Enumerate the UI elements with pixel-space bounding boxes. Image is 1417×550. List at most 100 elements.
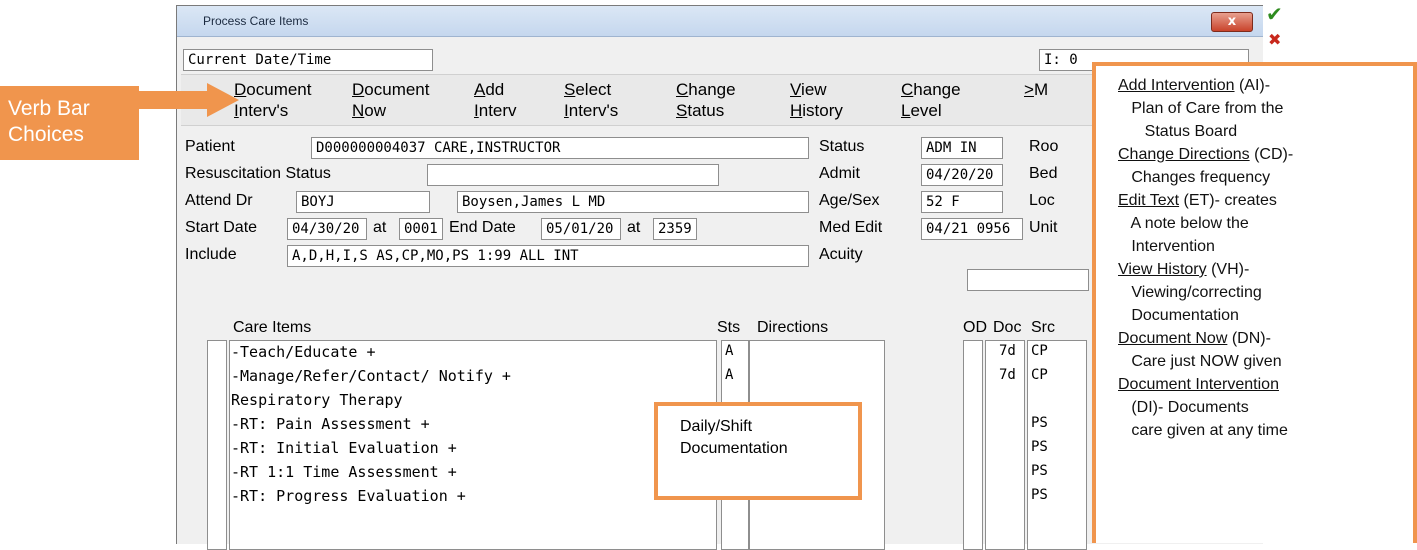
start-date-label: Start Date xyxy=(185,219,258,236)
od-column[interactable] xyxy=(963,340,983,550)
end-date-field[interactable]: 05/01/20 xyxy=(541,218,621,240)
end-date-label: End Date xyxy=(449,219,516,236)
care-item-source: PS xyxy=(1031,439,1048,455)
admit-label: Admit xyxy=(819,165,860,182)
care-items-header: Care Items xyxy=(233,319,312,336)
legend-line: View History (VH)- xyxy=(1118,261,1250,278)
legend-line: Document Now (DN)- xyxy=(1118,330,1271,347)
legend-line: Intervention xyxy=(1118,238,1215,255)
unit-label: Unit xyxy=(1029,219,1058,236)
resus-field[interactable] xyxy=(427,164,719,186)
legend-link: Add Intervention xyxy=(1118,77,1235,94)
legend-line: A note below the xyxy=(1118,215,1249,232)
verb-select-intervs-line2: Interv's xyxy=(564,101,619,120)
legend-line: Add Intervention (AI)- xyxy=(1118,77,1271,94)
care-item-row[interactable]: -Teach/Educate + xyxy=(231,343,376,361)
current-date-field[interactable]: Current Date/Time xyxy=(183,49,433,71)
attend-code-field[interactable]: BOYJ xyxy=(296,191,430,213)
window-title: Process Care Items xyxy=(203,14,309,28)
verb-add-interv-line2: Interv xyxy=(474,101,517,120)
legend-line: Viewing/correcting xyxy=(1118,284,1262,301)
care-item-status: A xyxy=(725,343,734,359)
legend-line: Document Intervention xyxy=(1118,373,1413,396)
legend-line: care given at any time xyxy=(1118,422,1288,439)
bed-label: Bed xyxy=(1029,165,1058,182)
care-item-source: PS xyxy=(1031,463,1048,479)
admit-field[interactable]: 04/20/20 xyxy=(921,164,1003,186)
verb-more-line1: >M xyxy=(1024,80,1049,99)
verb-select-intervs-line1: Select xyxy=(564,80,612,99)
legend-link: Document Now xyxy=(1118,330,1228,347)
legend-line: Edit Text (ET)- creates xyxy=(1118,192,1277,209)
doc-header: Doc xyxy=(993,319,1022,336)
legend-line: Changes frequency xyxy=(1118,169,1271,186)
start-time-field[interactable]: 0001 xyxy=(399,218,443,240)
legend-link: Document Intervention xyxy=(1118,376,1279,393)
row-marker-column[interactable] xyxy=(207,340,227,550)
end-at-label: at xyxy=(627,219,641,236)
verb-more[interactable]: >M xyxy=(1024,79,1048,121)
mededit-label: Med Edit xyxy=(819,219,883,236)
care-item-row[interactable]: -RT: Progress Evaluation + xyxy=(231,487,466,505)
acuity-field[interactable] xyxy=(967,269,1089,291)
mededit-field[interactable]: 04/21 0956 xyxy=(921,218,1023,240)
legend-line: Status Board xyxy=(1118,123,1238,140)
agesex-label: Age/Sex xyxy=(819,192,880,209)
care-item-source: CP xyxy=(1031,367,1048,383)
verb-change-level[interactable]: Change Level xyxy=(901,79,961,121)
verb-view-history-line1: View xyxy=(790,80,827,99)
sts-header: Sts xyxy=(717,319,741,336)
room-label: Roo xyxy=(1029,138,1059,155)
close-button[interactable]: x xyxy=(1211,12,1253,32)
verb-view-history-line2: History xyxy=(790,101,843,120)
legend-line: Plan of Care from the xyxy=(1118,100,1284,117)
loc-label: Loc xyxy=(1029,192,1055,209)
verb-change-level-line1: Change xyxy=(901,80,961,99)
care-item-doc: 7d xyxy=(999,343,1016,359)
care-item-status: A xyxy=(725,367,734,383)
verb-change-level-line2: Level xyxy=(901,101,942,120)
verb-callout-line2: Choices xyxy=(8,123,84,146)
cancel-x-icon[interactable]: ✖ xyxy=(1268,30,1281,49)
care-item-row[interactable]: -RT: Pain Assessment + xyxy=(231,415,430,433)
verb-document-intervs[interactable]: Document Interv's xyxy=(234,79,311,121)
verb-document-intervs-line2: Interv's xyxy=(234,101,289,120)
status-field[interactable]: ADM IN xyxy=(921,137,1003,159)
verb-change-status[interactable]: Change Status xyxy=(676,79,736,121)
attend-name-field[interactable]: Boysen,James L MD xyxy=(457,191,809,213)
verb-callout-line1: Verb Bar xyxy=(8,97,90,120)
care-item-row[interactable]: -RT: Initial Evaluation + xyxy=(231,439,457,457)
legend-line: Documentation xyxy=(1118,307,1239,324)
verb-document-now[interactable]: Document Now xyxy=(352,79,429,121)
start-date-field[interactable]: 04/30/20 xyxy=(287,218,367,240)
title-bar[interactable]: Process Care Items x xyxy=(177,6,1263,37)
agesex-field[interactable]: 52 F xyxy=(921,191,1003,213)
daily-callout-line1: Daily/Shift xyxy=(680,418,753,435)
legend-link: View History xyxy=(1118,261,1207,278)
patient-label: Patient xyxy=(185,138,235,155)
legend-line: (DI)- Documents xyxy=(1118,399,1249,416)
callout-arrow-icon xyxy=(139,83,239,117)
confirm-check-icon[interactable]: ✔ xyxy=(1266,2,1283,26)
include-label: Include xyxy=(185,246,237,263)
verb-change-status-line1: Change xyxy=(676,80,736,99)
verb-view-history[interactable]: View History xyxy=(790,79,843,121)
directions-header: Directions xyxy=(757,319,829,336)
care-item-source: CP xyxy=(1031,343,1048,359)
care-item-row[interactable]: -RT 1:1 Time Assessment + xyxy=(231,463,457,481)
patient-field[interactable]: D000000004037 CARE,INSTRUCTOR xyxy=(311,137,809,159)
attend-label: Attend Dr xyxy=(185,192,253,209)
verb-legend-callout: Add Intervention (AI)- Plan of Care from… xyxy=(1092,62,1417,543)
care-item-row[interactable]: Respiratory Therapy xyxy=(231,391,403,409)
verb-add-interv[interactable]: Add Interv xyxy=(474,79,517,121)
end-time-field[interactable]: 2359 xyxy=(653,218,697,240)
verb-document-now-line1: Document xyxy=(352,80,430,99)
verb-select-intervs[interactable]: Select Interv's xyxy=(564,79,618,121)
care-item-row[interactable]: -Manage/Refer/Contact/ Notify + xyxy=(231,367,511,385)
include-field[interactable]: A,D,H,I,S AS,CP,MO,PS 1:99 ALL INT xyxy=(287,245,809,267)
status-label: Status xyxy=(819,138,865,155)
acuity-label: Acuity xyxy=(819,246,863,263)
care-item-source: PS xyxy=(1031,415,1048,431)
legend-line: Change Directions (CD)- xyxy=(1118,146,1294,163)
care-item-source: PS xyxy=(1031,487,1048,503)
